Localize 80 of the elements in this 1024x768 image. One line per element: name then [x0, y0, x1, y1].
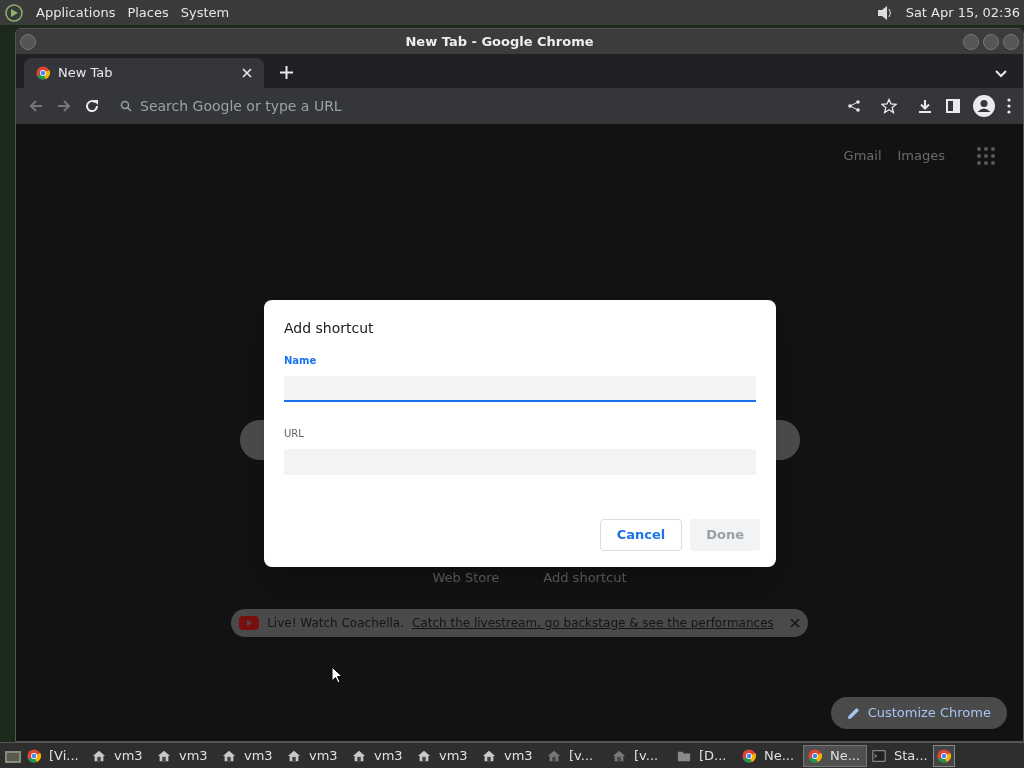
back-arrow-icon[interactable] [28, 98, 44, 114]
house-icon [222, 748, 236, 763]
window-control-icon[interactable] [963, 33, 979, 50]
taskbar-label: vm3 [504, 746, 533, 765]
tab-title: New Tab [58, 64, 114, 83]
menu-logo-icon[interactable] [4, 2, 24, 23]
speaker-icon[interactable] [875, 3, 894, 22]
download-icon[interactable] [917, 98, 933, 114]
window-menu-icon[interactable] [20, 33, 36, 50]
profile-avatar-icon[interactable] [973, 95, 995, 117]
house-icon [352, 748, 366, 763]
taskbar-item[interactable]: Ne... [803, 744, 867, 767]
more-menu-icon[interactable] [1007, 98, 1011, 114]
terminal-icon [872, 748, 886, 763]
taskbar-label: vm3 [374, 746, 403, 765]
chrome-icon [742, 748, 756, 763]
taskbar-item[interactable]: vm3 [478, 744, 542, 767]
taskbar-item[interactable]: vm3 [88, 744, 152, 767]
taskbar-label: [Vi... [49, 746, 79, 765]
taskbar-label: Ne... [830, 746, 861, 765]
forward-arrow-icon[interactable] [56, 98, 72, 114]
taskbar-label: [v... [569, 746, 594, 765]
customize-chrome-button[interactable]: Customize Chrome [830, 697, 1007, 729]
header-link[interactable]: Gmail [843, 146, 882, 166]
taskbar-label: [v... [634, 746, 659, 765]
taskbar-item[interactable]: [Vi... [23, 744, 87, 767]
reload-icon[interactable] [84, 98, 100, 114]
apps-grid-icon[interactable] [977, 146, 995, 165]
taskbar-item[interactable]: [v... [608, 744, 672, 767]
house-icon [547, 748, 561, 763]
house-icon [92, 748, 106, 763]
taskbar-label: vm3 [179, 746, 208, 765]
mouse-cursor-icon [331, 666, 343, 684]
house-icon [157, 748, 171, 763]
panel-menu[interactable]: System [180, 2, 230, 23]
taskbar-item[interactable]: vm3 [218, 744, 282, 767]
pencil-icon [846, 706, 860, 720]
taskbar-item[interactable]: vm3 [348, 744, 412, 767]
taskbar-item[interactable]: vm3 [153, 744, 217, 767]
browser-tab[interactable]: New Tab [24, 58, 264, 88]
panel-clock[interactable]: Sat Apr 15, 02:36 [905, 2, 1020, 23]
taskbar-label: Sta... [894, 746, 928, 765]
house-icon [287, 748, 301, 763]
dialog-button[interactable]: Cancel [599, 519, 683, 551]
dialog-title: Add shortcut [284, 319, 375, 338]
taskbar-item[interactable]: Sta... [868, 744, 932, 767]
chrome-icon [808, 748, 822, 763]
taskbar-item[interactable]: [v... [543, 744, 607, 767]
star-icon[interactable] [881, 98, 897, 114]
taskbar-label: vm3 [244, 746, 273, 765]
chrome-icon [36, 66, 50, 80]
house-icon [612, 748, 626, 763]
panel-menu[interactable]: Applications [36, 2, 116, 23]
chrome-icon [937, 748, 951, 763]
taskbar-label: Ne... [764, 746, 795, 765]
taskbar-item[interactable]: vm3 [413, 744, 477, 767]
field-label: Name [284, 354, 318, 368]
taskbar-item[interactable]: Ne... [738, 744, 802, 767]
share-icon[interactable] [847, 99, 861, 113]
taskbar-item[interactable]: vm3 [283, 744, 347, 767]
side-panel-icon[interactable] [945, 98, 961, 114]
window-control-icon[interactable] [983, 33, 999, 50]
taskbar-label: vm3 [309, 746, 338, 765]
chevron-down-icon[interactable] [995, 70, 1007, 78]
taskbar-label: vm3 [114, 746, 143, 765]
launcher-button[interactable] [933, 744, 955, 767]
plus-icon[interactable] [280, 66, 293, 79]
window-title: New Tab - Google Chrome [404, 32, 595, 51]
window-control-icon[interactable] [1003, 33, 1019, 50]
house-icon [482, 748, 496, 763]
search-icon [120, 100, 132, 112]
taskbar-item[interactable]: [D... [673, 744, 737, 767]
chrome-icon [27, 748, 41, 763]
panel-menu[interactable]: Places [127, 2, 169, 23]
text-field[interactable] [284, 376, 756, 402]
play-logo-icon [239, 616, 260, 630]
field-label: URL [284, 427, 305, 441]
house-icon [417, 748, 431, 763]
taskbar-label: vm3 [439, 746, 468, 765]
taskbar-label: [D... [699, 746, 727, 765]
